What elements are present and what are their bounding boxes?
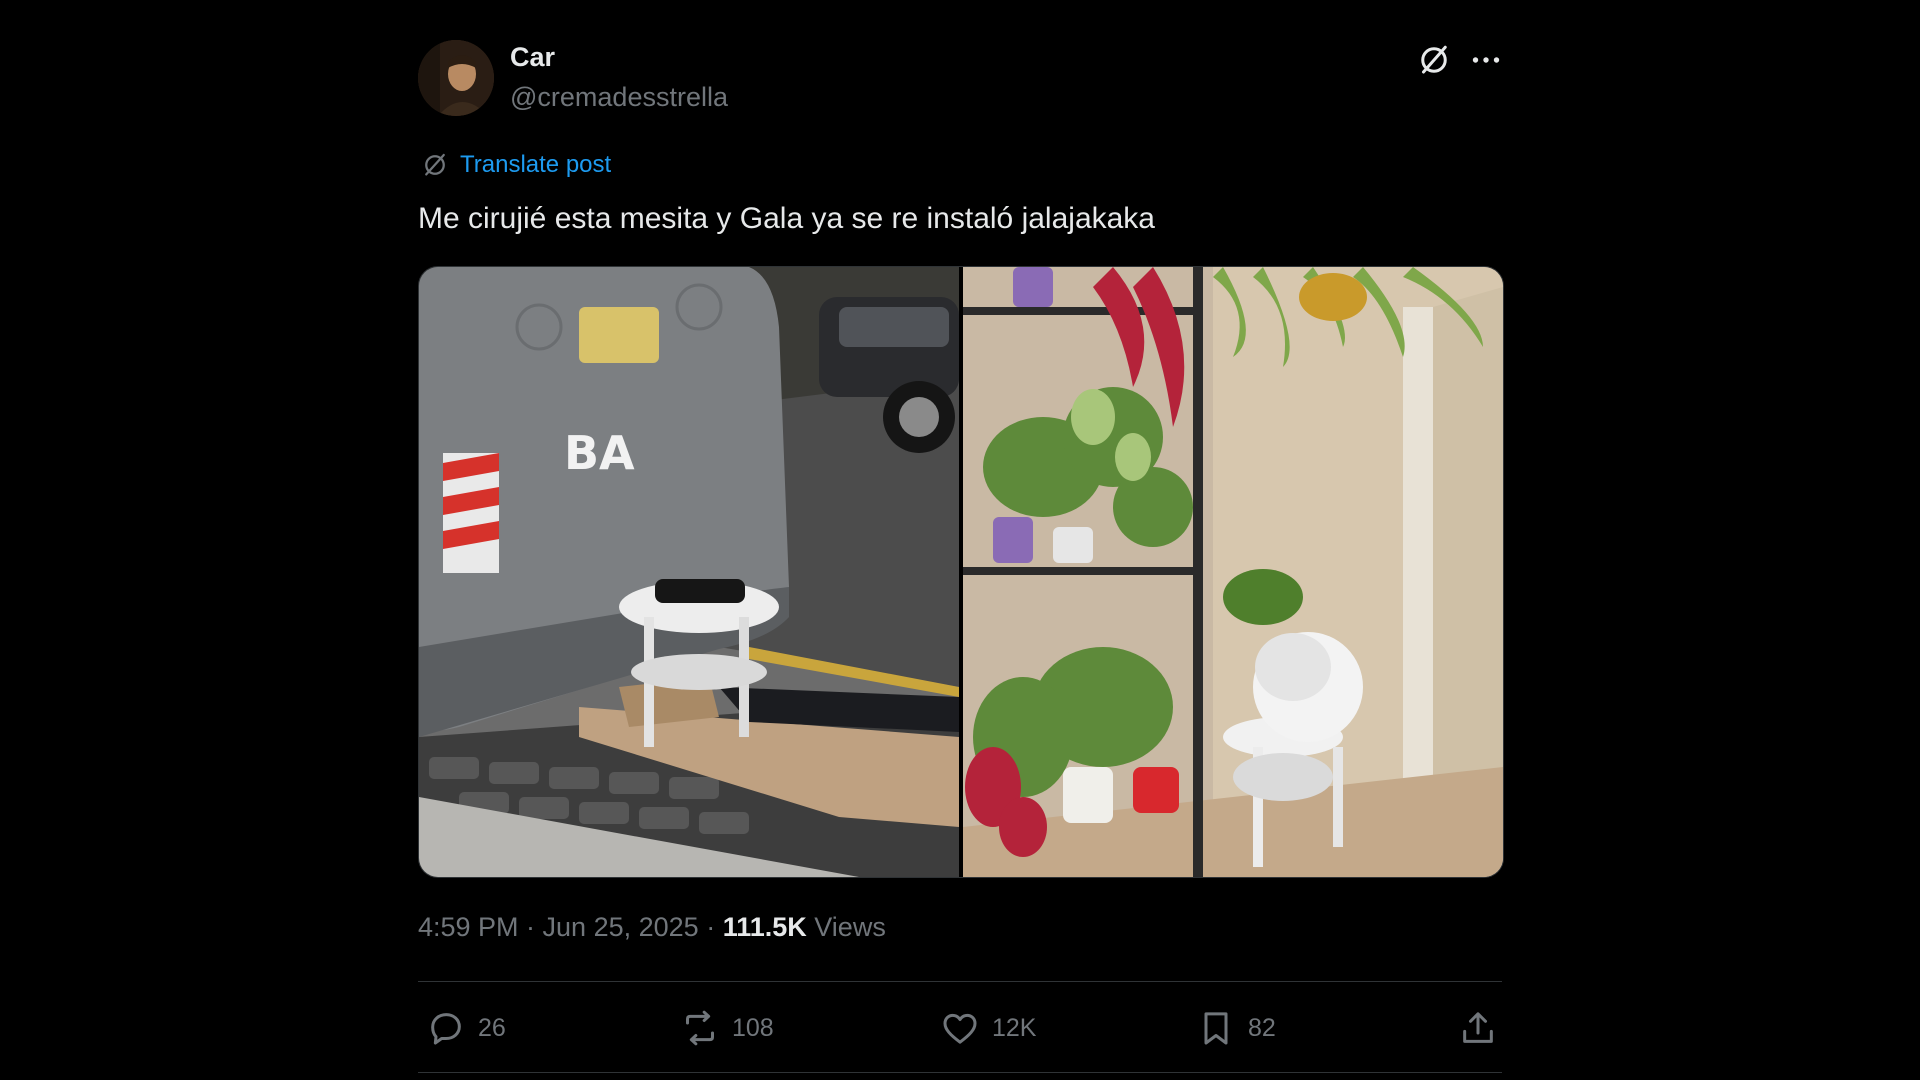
views-count: 111.5K xyxy=(722,912,807,942)
heart-icon xyxy=(943,1013,977,1044)
author-display-name[interactable]: Car xyxy=(510,42,555,73)
translate-post-link[interactable]: Translate post xyxy=(420,150,611,180)
grok-icon[interactable] xyxy=(1416,42,1452,78)
meta-separator: · xyxy=(698,912,723,942)
photo-right[interactable] xyxy=(963,267,1503,877)
post-text: Me cirujié esta mesita y Gala ya se re i… xyxy=(418,202,1155,235)
more-options-icon[interactable] xyxy=(1468,42,1504,78)
share-button[interactable] xyxy=(1458,998,1498,1058)
screen: Car @cremadesstrella Translate post Me c… xyxy=(0,0,1920,1080)
share-icon xyxy=(1463,1012,1493,1043)
author-handle[interactable]: @cremadesstrella xyxy=(510,82,728,113)
bookmark-count: 82 xyxy=(1248,1013,1276,1042)
photo-table-on-street: BA xyxy=(419,267,959,877)
reply-button[interactable]: 26 xyxy=(426,998,506,1058)
divider-bottom xyxy=(418,1072,1502,1073)
avatar[interactable] xyxy=(418,40,494,116)
media-grid: BA xyxy=(418,266,1504,878)
reply-count: 26 xyxy=(478,1013,506,1042)
repost-icon xyxy=(686,1010,714,1046)
bookmark-icon xyxy=(1204,1012,1228,1045)
post-timestamp[interactable]: 4:59 PM · Jun 25, 2025 xyxy=(418,912,699,942)
like-button[interactable]: 12K xyxy=(940,998,1036,1058)
bookmark-button[interactable]: 82 xyxy=(1196,998,1276,1058)
grok-translate-icon xyxy=(425,153,445,176)
repost-button[interactable]: 108 xyxy=(680,998,774,1058)
repost-count: 108 xyxy=(732,1013,774,1042)
post-card: Car @cremadesstrella Translate post Me c… xyxy=(402,0,1512,1080)
avatar-image xyxy=(418,40,494,116)
photo-cat-on-table-with-plants xyxy=(963,267,1503,877)
divider-top xyxy=(418,981,1502,982)
post-meta: 4:59 PM · Jun 25, 2025 · 111.5K Views xyxy=(418,912,886,943)
reply-icon xyxy=(431,1013,461,1045)
views-label: Views xyxy=(806,912,886,942)
svg-text:BA: BA xyxy=(564,426,635,480)
action-bar: 26 108 12K 82 xyxy=(418,998,1502,1058)
translate-label: Translate post xyxy=(460,151,612,178)
photo-left[interactable]: BA xyxy=(419,267,959,877)
like-count: 12K xyxy=(992,1013,1037,1042)
